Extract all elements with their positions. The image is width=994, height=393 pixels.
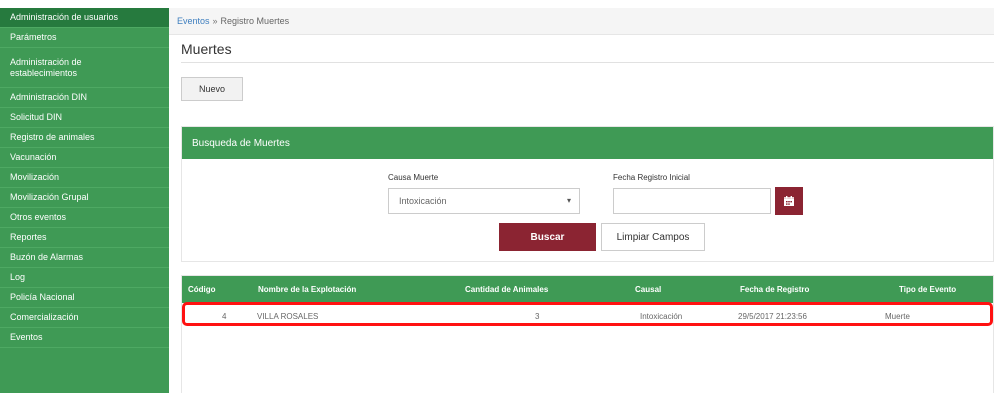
breadcrumb-current: Registro Muertes [220, 16, 290, 26]
sidebar: Administración de usuarios Parámetros Ad… [0, 8, 169, 393]
column-header-nombre[interactable]: Nombre de la Explotación [258, 285, 356, 294]
breadcrumb-link-eventos[interactable]: Eventos [177, 16, 210, 26]
search-panel: Busqueda de Muertes Causa Muerte Intoxic… [181, 126, 994, 262]
table-header: Código Nombre de la Explotación Cantidad… [182, 276, 993, 303]
sidebar-item-registro-animales[interactable]: Registro de animales [0, 128, 169, 148]
column-header-tipo[interactable]: Tipo de Evento [899, 285, 956, 294]
sidebar-item-parametros[interactable]: Parámetros [0, 28, 169, 48]
cause-select[interactable]: Intoxicación ▾ [388, 188, 580, 214]
app-root: Administración de usuarios Parámetros Ad… [0, 0, 994, 393]
main-content: Eventos » Registro Muertes Muertes Nuevo… [169, 8, 994, 393]
date-input[interactable] [613, 188, 771, 214]
calendar-button[interactable] [775, 187, 803, 215]
calendar-icon [784, 196, 794, 206]
search-button[interactable]: Buscar [499, 223, 596, 251]
sidebar-item-label: Movilización [10, 172, 60, 182]
sidebar-item-administracion-din[interactable]: Administración DIN [0, 88, 169, 108]
sidebar-item-label: Parámetros [10, 32, 57, 42]
column-header-causal[interactable]: Causal [635, 285, 661, 294]
title-divider [181, 62, 994, 63]
sidebar-item-label: Registro de animales [10, 132, 95, 142]
sidebar-item-administracion-establecimientos[interactable]: Administración de establecimientos [0, 48, 169, 88]
cause-select-value: Intoxicación [399, 196, 447, 206]
page-title: Muertes [181, 41, 232, 57]
sidebar-item-label: Vacunación [10, 152, 57, 162]
sidebar-item-label: Comercialización [10, 312, 79, 322]
sidebar-item-solicitud-din[interactable]: Solicitud DIN [0, 108, 169, 128]
sidebar-item-label: Administración de usuarios [10, 12, 119, 22]
sidebar-item-comercializacion[interactable]: Comercialización [0, 308, 169, 328]
row-highlight-annotation [182, 302, 993, 326]
search-panel-title: Busqueda de Muertes [182, 127, 993, 159]
sidebar-item-label: Log [10, 272, 26, 282]
sidebar-item-label: Administración de establecimientos [10, 56, 82, 78]
sidebar-item-buzon-alarmas[interactable]: Buzón de Alarmas [0, 248, 169, 268]
sidebar-item-label: Otros eventos [10, 212, 67, 222]
sidebar-item-eventos[interactable]: Eventos [0, 328, 169, 348]
results-table: Código Nombre de la Explotación Cantidad… [181, 275, 994, 393]
date-label: Fecha Registro Inicial [613, 173, 690, 182]
column-header-fecha[interactable]: Fecha de Registro [740, 285, 809, 294]
sidebar-item-reportes[interactable]: Reportes [0, 228, 169, 248]
sidebar-item-label: Reportes [10, 232, 47, 242]
sidebar-item-label: Movilización Grupal [10, 192, 89, 202]
sidebar-item-movilizacion[interactable]: Movilización [0, 168, 169, 188]
sidebar-item-label: Solicitud DIN [10, 112, 63, 122]
clear-fields-button[interactable]: Limpiar Campos [601, 223, 705, 251]
sidebar-item-label: Buzón de Alarmas [10, 252, 84, 262]
sidebar-item-log[interactable]: Log [0, 268, 169, 288]
new-button[interactable]: Nuevo [181, 77, 243, 101]
sidebar-item-administracion-usuarios[interactable]: Administración de usuarios [0, 8, 169, 28]
cause-label: Causa Muerte [388, 173, 439, 182]
breadcrumb: Eventos » Registro Muertes [169, 8, 994, 35]
column-header-cantidad[interactable]: Cantidad de Animales [465, 285, 548, 294]
breadcrumb-separator: » [212, 16, 218, 26]
sidebar-item-movilizacion-grupal[interactable]: Movilización Grupal [0, 188, 169, 208]
top-strip [0, 0, 994, 8]
sidebar-item-vacunacion[interactable]: Vacunación [0, 148, 169, 168]
sidebar-item-label: Eventos [10, 332, 43, 342]
column-header-codigo[interactable]: Código [188, 285, 216, 294]
chevron-down-icon: ▾ [566, 196, 571, 205]
sidebar-item-label: Policía Nacional [10, 292, 75, 302]
sidebar-item-label: Administración DIN [10, 92, 88, 102]
sidebar-item-otros-eventos[interactable]: Otros eventos [0, 208, 169, 228]
sidebar-item-policia-nacional[interactable]: Policía Nacional [0, 288, 169, 308]
